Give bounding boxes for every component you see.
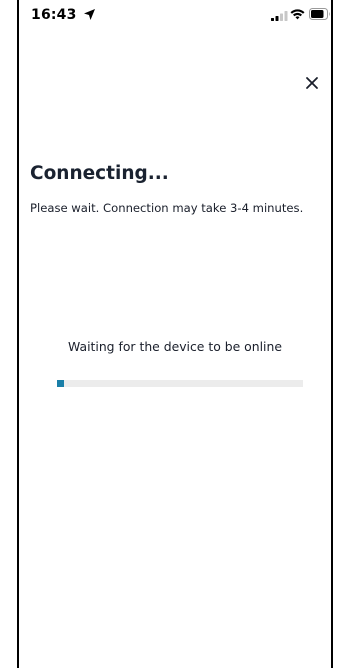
- progress-bar-fill: [57, 380, 65, 387]
- status-time: 16:43: [31, 7, 77, 23]
- status-bar: 16:43: [19, 0, 331, 30]
- close-button[interactable]: [302, 73, 322, 93]
- cellular-signal-icon: [271, 11, 288, 21]
- progress-bar: [57, 380, 303, 387]
- app-screen: 16:43 Connecting... Please wait. Connect: [17, 0, 333, 668]
- wifi-icon: [290, 9, 305, 20]
- status-message: Waiting for the device to be online: [68, 339, 282, 354]
- location-arrow-icon: [84, 9, 95, 20]
- close-icon: [306, 77, 318, 89]
- page-title: Connecting...: [30, 163, 169, 184]
- battery-icon: [309, 8, 330, 20]
- page-subtitle: Please wait. Connection may take 3-4 min…: [30, 201, 304, 215]
